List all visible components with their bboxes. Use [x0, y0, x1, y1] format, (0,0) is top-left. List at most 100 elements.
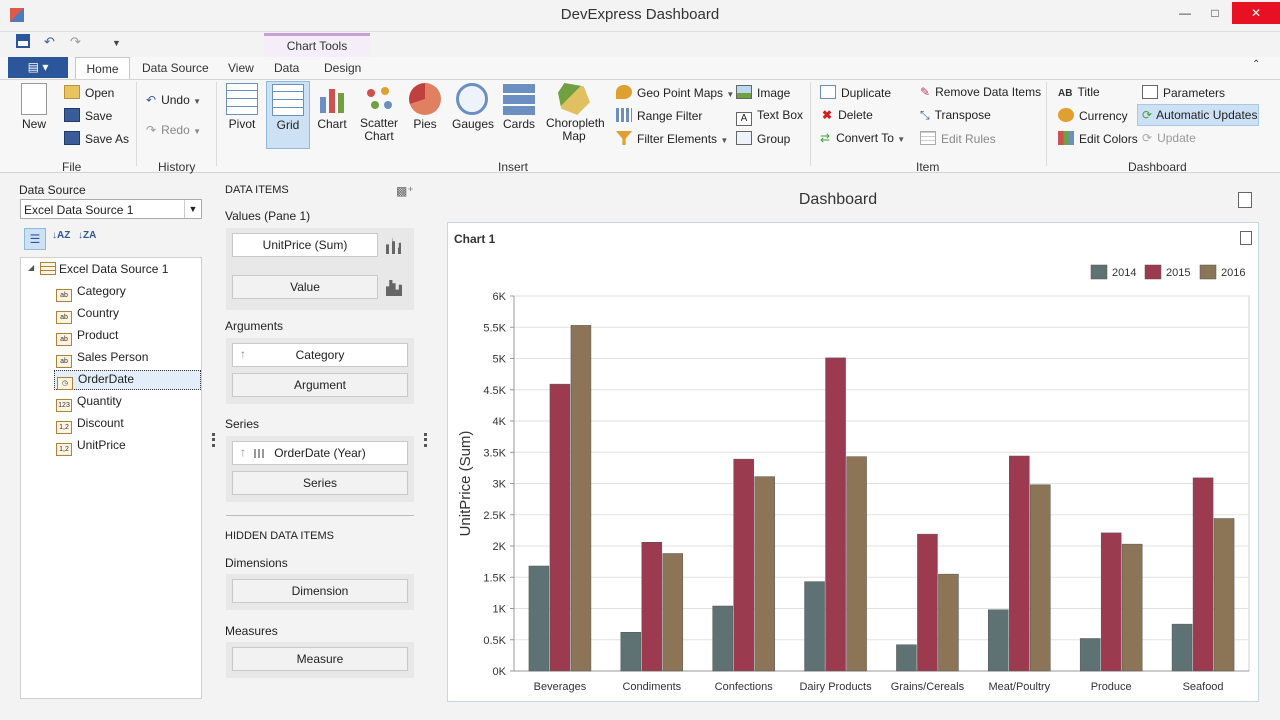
- grid-icon: [272, 84, 304, 116]
- bar-2014-beverages: [528, 565, 550, 672]
- edit-colors-button[interactable]: Edit Colors: [1058, 131, 1138, 146]
- group-button[interactable]: Group: [736, 131, 790, 146]
- measure-placeholder[interactable]: Measure: [232, 647, 408, 671]
- convert-to-button[interactable]: ⇄ Convert To ▼: [820, 131, 905, 145]
- ribbon: Chart Tools ▤ ▾ Home Data Source View Da…: [0, 33, 1280, 174]
- argument-item-placeholder[interactable]: Argument: [232, 373, 408, 397]
- update-button[interactable]: ⟳ Update: [1142, 131, 1196, 145]
- value-item-unitprice[interactable]: UnitPrice (Sum): [232, 233, 378, 257]
- currency-button[interactable]: Currency: [1058, 108, 1128, 123]
- choropleth-map-button[interactable]: Choropleth Map: [546, 83, 605, 143]
- field-quantity[interactable]: 123 Quantity: [56, 394, 122, 414]
- save-as-icon: [64, 131, 80, 145]
- grid-button[interactable]: Grid: [266, 81, 310, 149]
- automatic-updates-button[interactable]: ⟳ Automatic Updates: [1137, 104, 1259, 126]
- series-item-placeholder[interactable]: Series: [232, 471, 408, 495]
- numeric-field-icon: 123: [56, 399, 72, 412]
- y-tick-label: 6K: [493, 291, 507, 303]
- pies-button[interactable]: Pies: [408, 83, 442, 131]
- export-dashboard-icon[interactable]: [1238, 192, 1252, 208]
- value-item-placeholder[interactable]: Value: [232, 275, 378, 299]
- parameters-button[interactable]: Parameters: [1142, 85, 1225, 100]
- field-sales-person[interactable]: ab Sales Person: [56, 350, 148, 370]
- edit-rules-button[interactable]: Edit Rules: [920, 131, 996, 146]
- bar-chart-icon: [320, 89, 344, 113]
- qat-redo-icon[interactable]: ↷: [70, 34, 81, 50]
- qat-undo-icon[interactable]: ↶: [44, 34, 55, 50]
- save-as-button[interactable]: Save As: [64, 131, 129, 146]
- redo-button[interactable]: ↷ Redo ▼: [146, 123, 201, 137]
- save-button[interactable]: Save: [64, 108, 112, 123]
- dimensions-label: Dimensions: [225, 556, 288, 570]
- text-field-icon: ab: [56, 355, 72, 368]
- minimize-icon[interactable]: —: [1170, 2, 1200, 24]
- sort-descending-icon[interactable]: ↓ZA: [78, 230, 96, 241]
- new-button[interactable]: New: [18, 83, 50, 131]
- legend-label-2014: 2014: [1112, 267, 1136, 279]
- bar-2015-grains-cereals: [917, 533, 938, 672]
- date-group-icon[interactable]: [254, 449, 265, 458]
- text-box-button[interactable]: A Text Box: [736, 108, 803, 126]
- maximize-icon[interactable]: □: [1200, 2, 1230, 24]
- y-tick-label: 1K: [493, 604, 507, 616]
- group-by-type-icon[interactable]: ☰: [24, 228, 46, 250]
- sort-arrow-icon-2[interactable]: ↑: [240, 445, 246, 459]
- open-button[interactable]: Open: [64, 85, 114, 100]
- tab-view[interactable]: View: [220, 57, 262, 79]
- delete-button[interactable]: ✖ Delete: [820, 108, 873, 122]
- sort-ascending-icon[interactable]: ↓AZ: [52, 230, 70, 241]
- dashboard-title: Dashboard: [798, 191, 878, 208]
- range-filter-button[interactable]: Range Filter: [616, 108, 702, 123]
- tab-data-source[interactable]: Data Source: [134, 57, 217, 79]
- undo-button[interactable]: ↶ Undo ▼: [146, 93, 201, 107]
- tree-root-datasource[interactable]: Excel Data Source 1: [59, 262, 168, 282]
- tab-home[interactable]: Home: [75, 57, 130, 80]
- sort-arrow-icon[interactable]: ↑: [240, 347, 246, 361]
- image-button[interactable]: Image: [736, 85, 790, 100]
- duplicate-button[interactable]: Duplicate: [820, 85, 891, 100]
- transpose-button[interactable]: ⤡ Transpose: [920, 108, 991, 123]
- qat-customize-icon[interactable]: ▼: [112, 38, 121, 48]
- scatter-chart-button[interactable]: Scatter Chart: [356, 83, 402, 143]
- title-button[interactable]: AB Title: [1058, 85, 1100, 99]
- chart-item[interactable]: Chart 1 0K 0.5K 1K 1.5K 2K 2.5K 3K 3.5K 4K 4.5K 5K…: [447, 222, 1259, 702]
- title-bar: DevExpress Dashboard — □ ✕: [0, 0, 1280, 32]
- left-splitter-grip[interactable]: [212, 433, 215, 447]
- geo-point-icon: [616, 85, 632, 99]
- tab-design[interactable]: Design: [316, 57, 369, 79]
- parameters-icon: [1142, 85, 1158, 99]
- chart-button[interactable]: Chart: [314, 83, 350, 131]
- collapse-ribbon-icon[interactable]: ⌃: [1252, 59, 1260, 70]
- tab-data[interactable]: Data: [266, 57, 307, 79]
- add-data-item-icon[interactable]: ▩⁺: [396, 184, 414, 198]
- x-tick-label: Condiments: [622, 681, 681, 693]
- tree-collapse-icon[interactable]: ◢: [28, 263, 34, 272]
- argument-item-category[interactable]: Category: [232, 343, 408, 367]
- x-tick-label: Meat/Poultry: [988, 681, 1050, 693]
- dropdown-arrow-icon[interactable]: ▼: [184, 200, 201, 218]
- bar-2014-confections: [712, 605, 733, 672]
- pivot-button[interactable]: Pivot: [222, 83, 262, 131]
- qat-save-icon[interactable]: [16, 34, 30, 48]
- pie-icon: [409, 83, 441, 115]
- dimension-placeholder[interactable]: Dimension: [232, 579, 408, 603]
- field-orderdate[interactable]: ◷ OrderDate: [54, 370, 201, 390]
- filter-elements-button[interactable]: Filter Elements ▼: [616, 131, 728, 146]
- geo-point-maps-button[interactable]: Geo Point Maps ▼: [616, 85, 734, 100]
- duplicate-icon: [820, 85, 836, 99]
- cards-button[interactable]: Cards: [500, 83, 538, 131]
- bar-2014-seafood: [1171, 623, 1193, 672]
- data-source-select[interactable]: Excel Data Source 1 ▼: [20, 199, 202, 219]
- file-menu-button[interactable]: ▤ ▾: [8, 57, 68, 78]
- close-icon[interactable]: ✕: [1232, 2, 1280, 24]
- field-discount[interactable]: 1,2 Discount: [56, 416, 124, 436]
- field-country[interactable]: ab Country: [56, 306, 119, 326]
- x-tick-label: Beverages: [534, 681, 587, 693]
- field-category[interactable]: ab Category: [56, 284, 126, 304]
- remove-data-items-button[interactable]: ✎ Remove Data Items: [920, 85, 1041, 99]
- field-product[interactable]: ab Product: [56, 328, 118, 348]
- title-icon: AB: [1058, 88, 1073, 99]
- right-splitter-grip[interactable]: [424, 433, 427, 447]
- field-unitprice[interactable]: 1,2 UnitPrice: [56, 438, 126, 458]
- gauges-button[interactable]: Gauges: [452, 83, 494, 131]
